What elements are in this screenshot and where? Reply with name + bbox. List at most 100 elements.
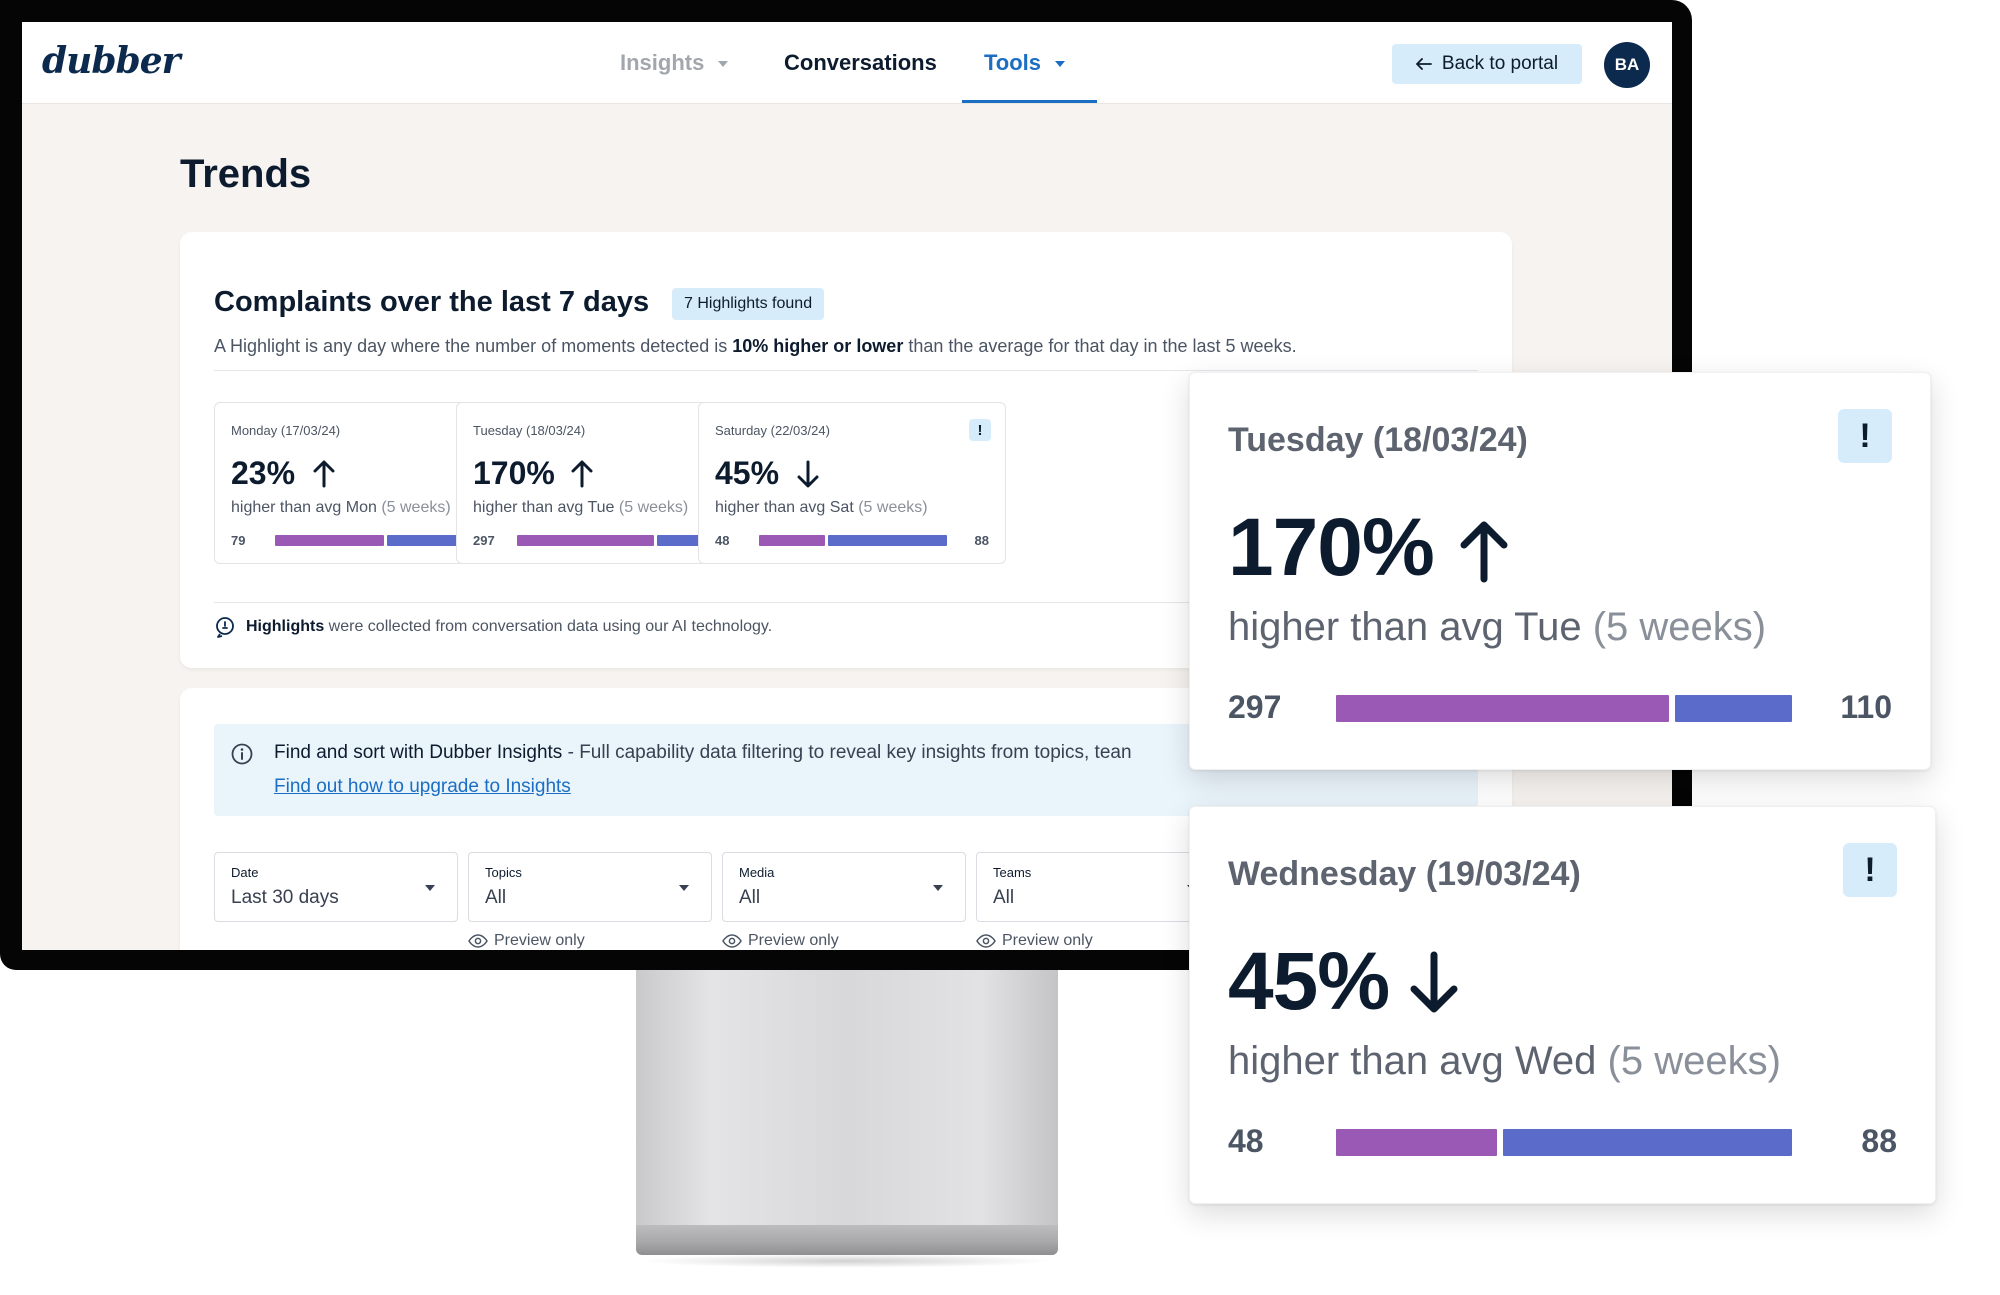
zoomed-highlight-tuesday: Tuesday (18/03/24) ! 170% higher than av… xyxy=(1189,372,1931,770)
filter-label: Media xyxy=(739,865,775,880)
nav-insights[interactable]: Insights xyxy=(620,50,729,76)
comparison-period: (5 weeks) xyxy=(858,499,928,516)
highlight-percent: 170% xyxy=(1228,502,1435,593)
ai-footnote: Highlights were collected from conversat… xyxy=(214,616,772,638)
nav-tools-label: Tools xyxy=(984,50,1042,75)
highlights-count-badge: 7 Highlights found xyxy=(672,288,825,320)
nav-conversations[interactable]: Conversations xyxy=(784,50,937,76)
back-to-portal-label: Back to portal xyxy=(1441,53,1559,74)
comparison-text: higher than avg Mon xyxy=(231,499,377,516)
banner-text: Find and sort with Dubber Insights - Ful… xyxy=(274,742,1132,764)
top-navigation: dubber Insights Conversations Tools Back… xyxy=(22,22,1672,104)
divider xyxy=(214,370,1478,371)
bar-segment-current xyxy=(275,535,385,546)
average-count: 110 xyxy=(1840,689,1892,725)
preview-only-note: Preview only xyxy=(722,932,839,950)
filter-value: All xyxy=(739,887,761,908)
banner-body: - Full capability data filtering to reve… xyxy=(562,742,1132,763)
user-avatar[interactable]: BA xyxy=(1604,42,1650,88)
lightbulb-chat-icon xyxy=(216,617,234,638)
highlight-date: Tuesday (18/03/24) xyxy=(1228,421,1528,459)
highlight-tile-saturday[interactable]: Saturday (22/03/24) ! 45% higher than av… xyxy=(698,402,1006,564)
card-title: Complaints over the last 7 days xyxy=(214,286,650,318)
comparison-period: (5 weeks) xyxy=(381,499,451,516)
average-count: 88 xyxy=(974,533,989,548)
nav-insights-label: Insights xyxy=(620,50,705,75)
eye-preview-icon xyxy=(722,934,742,948)
arrow-down-icon xyxy=(1410,951,1458,1013)
highlight-date: Tuesday (18/03/24) xyxy=(473,423,586,438)
current-count: 297 xyxy=(1228,689,1282,725)
highlight-percent: 45% xyxy=(1228,936,1390,1027)
current-count: 48 xyxy=(1228,1123,1264,1159)
teams-filter-select[interactable]: Teams All xyxy=(976,852,1220,922)
chevron-down-icon xyxy=(718,61,729,68)
nav-conversations-label: Conversations xyxy=(784,50,937,75)
arrow-up-icon xyxy=(313,460,335,488)
info-icon xyxy=(231,743,253,765)
comparison-bar xyxy=(1336,695,1792,722)
highlight-percent: 45% xyxy=(715,455,780,491)
preview-label: Preview only xyxy=(748,932,839,949)
bar-segment-current xyxy=(1336,1129,1497,1156)
highlight-date: Saturday (22/03/24) xyxy=(715,423,830,438)
footnote-bold: Highlights xyxy=(246,618,325,635)
alert-icon: ! xyxy=(969,419,991,441)
comparison-period: (5 weeks) xyxy=(1607,1039,1781,1083)
comparison-bar xyxy=(759,535,947,546)
highlight-percent: 23% xyxy=(231,455,296,491)
current-count: 48 xyxy=(715,533,730,548)
highlight-date: Monday (17/03/24) xyxy=(231,423,341,438)
arrow-up-icon xyxy=(571,460,593,488)
current-count: 297 xyxy=(473,533,495,548)
media-filter-select[interactable]: Media All xyxy=(722,852,966,922)
footnote-text: Highlights were collected from conversat… xyxy=(246,618,772,636)
preview-only-note: Preview only xyxy=(976,932,1093,950)
topics-filter-select[interactable]: Topics All xyxy=(468,852,712,922)
bar-segment-average xyxy=(828,535,947,546)
highlight-date: Wednesday (19/03/24) xyxy=(1228,855,1581,893)
filter-value: Last 30 days xyxy=(231,887,339,908)
chevron-down-icon xyxy=(425,885,435,891)
monitor-stand xyxy=(636,960,1058,1250)
date-filter-select[interactable]: Date Last 30 days xyxy=(214,852,458,922)
preview-only-note: Preview only xyxy=(468,932,585,950)
average-count: 88 xyxy=(1861,1123,1897,1159)
eye-preview-icon xyxy=(468,934,488,948)
dubber-logo[interactable]: dubber xyxy=(42,40,181,82)
bar-segment-current xyxy=(1336,695,1669,722)
preview-label: Preview only xyxy=(494,932,585,949)
highlight-definition: A Highlight is any day where the number … xyxy=(214,336,1297,357)
active-tab-indicator xyxy=(962,100,1097,103)
alert-icon: ! xyxy=(1843,843,1897,897)
comparison-period: (5 weeks) xyxy=(618,499,689,516)
filter-label: Date xyxy=(231,865,259,880)
current-count: 79 xyxy=(231,533,246,548)
alert-icon: ! xyxy=(1838,409,1892,463)
filter-value: All xyxy=(485,887,507,908)
highlight-comparison: higher than avg Tue (5 weeks) xyxy=(1228,605,1766,650)
arrow-down-icon xyxy=(797,460,819,488)
desc-part: A Highlight is any day where the number … xyxy=(214,336,733,356)
comparison-bar xyxy=(517,535,705,546)
stand-shadow xyxy=(640,1254,1054,1268)
arrow-left-icon xyxy=(1416,58,1432,70)
comparison-text: higher than avg Wed xyxy=(1228,1039,1597,1083)
back-to-portal-button[interactable]: Back to portal xyxy=(1392,44,1582,84)
eye-preview-icon xyxy=(976,934,996,948)
bar-segment-current xyxy=(759,535,826,546)
highlight-percent: 170% xyxy=(473,455,555,491)
desc-part: than the average for that day in the las… xyxy=(903,336,1297,356)
comparison-period: (5 weeks) xyxy=(1592,605,1767,649)
comparison-text: higher than avg Tue xyxy=(473,499,615,516)
footnote-rest: were collected from conversation data us… xyxy=(324,618,773,635)
nav-tools[interactable]: Tools xyxy=(984,50,1066,76)
monitor-stand-foot xyxy=(636,1225,1058,1255)
desc-emphasis: 10% higher or lower xyxy=(732,336,904,356)
highlight-comparison: higher than avg Sat (5 weeks) xyxy=(715,499,928,517)
filter-label: Teams xyxy=(993,865,1032,880)
upgrade-link[interactable]: Find out how to upgrade to Insights xyxy=(274,776,571,798)
comparison-bar xyxy=(275,535,463,546)
bar-segment-average xyxy=(387,535,463,546)
chevron-down-icon xyxy=(933,885,943,891)
